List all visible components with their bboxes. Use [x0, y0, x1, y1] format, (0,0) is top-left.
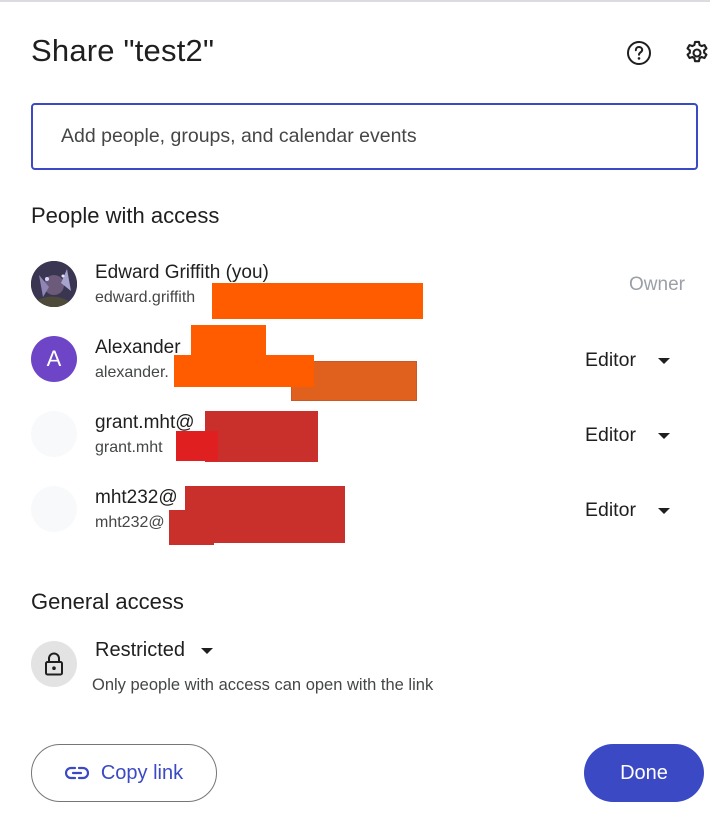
dropdown-arrow-icon	[201, 647, 214, 654]
redaction-block	[212, 283, 423, 319]
person-email: alexander.	[95, 364, 169, 381]
copy-link-label: Copy link	[100, 761, 184, 784]
dialog-title: Share "test2"	[31, 33, 215, 68]
person-name: mht232@	[95, 487, 178, 508]
copy-link-button[interactable]: Copy link	[31, 744, 217, 802]
person-row-editor: mht232@ mht232@ Editor	[0, 480, 710, 545]
avatar-placeholder	[31, 411, 77, 457]
dropdown-arrow-icon	[657, 357, 670, 364]
people-with-access-heading: People with access	[31, 203, 220, 228]
role-dropdown[interactable]: Editor	[585, 424, 670, 447]
add-people-input[interactable]	[33, 105, 696, 168]
general-access-heading: General access	[31, 589, 184, 614]
person-row-owner: Edward Griffith (you) edward.griffith Ow…	[0, 255, 710, 319]
top-divider	[0, 0, 710, 2]
link-icon	[64, 766, 89, 780]
role-dropdown[interactable]: Editor	[585, 499, 670, 522]
avatar-initial: A	[31, 336, 77, 382]
settings-gear-icon[interactable]	[682, 38, 710, 68]
redaction-block	[169, 510, 214, 545]
person-name: Edward Griffith (you)	[95, 262, 269, 283]
role-label: Editor	[585, 424, 636, 446]
person-row-editor: grant.mht@ grant.mht Editor	[0, 405, 710, 467]
role-dropdown[interactable]: Editor	[585, 349, 670, 372]
add-people-search-field[interactable]	[31, 103, 698, 170]
person-email: grant.mht	[95, 439, 163, 456]
redaction-block	[176, 431, 218, 461]
person-email: edward.griffith	[95, 289, 196, 306]
lock-icon	[31, 641, 77, 687]
person-email: mht232@	[95, 514, 165, 531]
dropdown-arrow-icon	[657, 507, 670, 514]
done-button[interactable]: Done	[584, 744, 704, 802]
avatar-photo	[31, 261, 77, 307]
dropdown-arrow-icon	[657, 432, 670, 439]
help-icon[interactable]	[624, 38, 654, 68]
role-label: Editor	[585, 349, 636, 371]
avatar-placeholder	[31, 486, 77, 532]
person-row-editor: A Alexander alexander. Editor	[0, 325, 710, 401]
redaction-block	[205, 411, 318, 462]
redaction-block	[174, 355, 314, 387]
role-label: Editor	[585, 499, 636, 521]
person-name: Alexander	[95, 337, 181, 358]
access-description: Only people with access can open with th…	[92, 676, 434, 694]
owner-role-label: Owner	[629, 274, 685, 295]
general-access-dropdown[interactable]: Restricted	[95, 639, 214, 662]
access-level-label: Restricted	[95, 639, 186, 661]
